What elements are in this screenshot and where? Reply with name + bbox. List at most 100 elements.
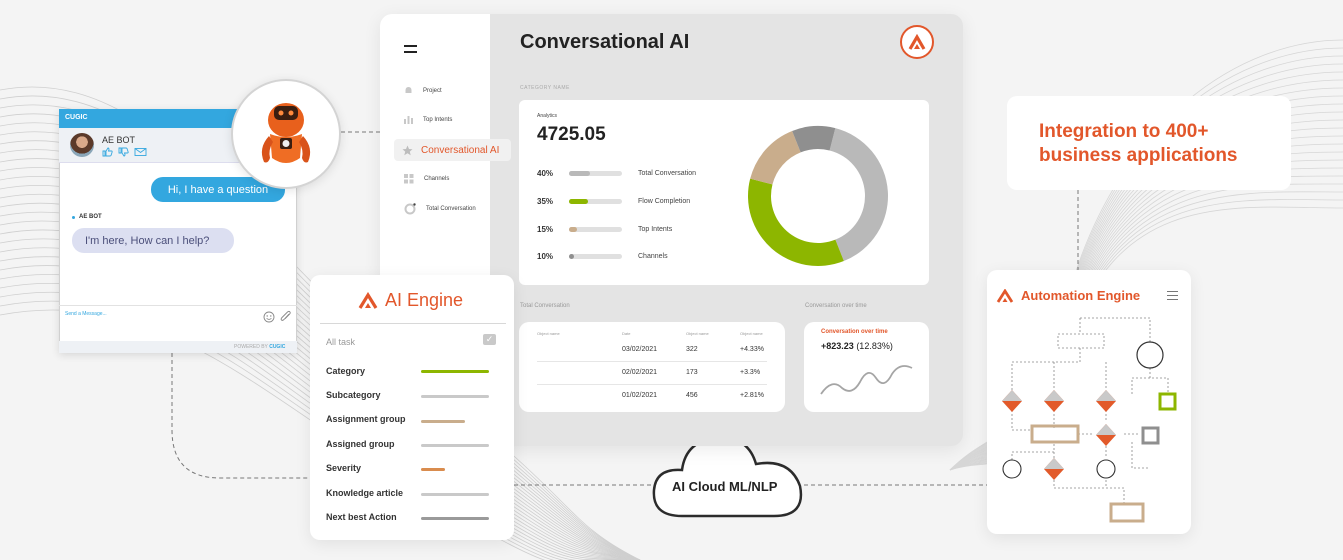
cot-card-title: Conversation over time — [821, 329, 888, 335]
ai-engine-card — [310, 275, 514, 540]
donut-slice-total-conversation — [829, 128, 888, 262]
bot-dot-icon — [72, 215, 75, 219]
stat-row: 40% Total Conversation — [537, 169, 696, 178]
grid-icon — [404, 174, 414, 184]
stat-percent: 40% — [537, 169, 554, 178]
sidebar-item-top-intents[interactable]: Top Intents — [404, 115, 452, 124]
donut-slice-top-intents — [750, 130, 801, 185]
integration-text: Integration to 400+ business application… — [1039, 120, 1238, 168]
stat-bar-fill — [569, 171, 591, 176]
donut-chart — [748, 126, 888, 266]
table-cell-change: +3.3% — [740, 369, 761, 376]
stat-bar-fill — [569, 199, 588, 204]
stat-percent: 10% — [537, 252, 554, 261]
hamburger-menu-icon[interactable] — [404, 45, 417, 53]
donut-slice-flow-completion — [748, 178, 844, 266]
stat-percent: 15% — [537, 225, 554, 234]
chat-input-divider — [59, 305, 297, 306]
ai-engine-title: AI Engine — [385, 290, 464, 310]
ai-task-label: Knowledge article — [326, 488, 404, 498]
checkbox-icon[interactable]: ✓ — [483, 334, 496, 345]
ai-task-label: Assignment group — [326, 414, 406, 424]
ai-task-bar — [421, 420, 465, 423]
powered-prefix: POWERED BY — [234, 344, 268, 350]
table-header: Object name — [686, 331, 709, 336]
star-icon — [402, 145, 413, 155]
table-cell-count: 322 — [686, 346, 698, 353]
workflow-diagram — [1002, 317, 1177, 523]
stat-row: 10% Channels — [537, 252, 668, 261]
chat-brand: CUGIC — [65, 114, 88, 121]
table-divider — [537, 384, 767, 385]
stat-bar — [569, 254, 622, 259]
attachment-icon[interactable] — [280, 310, 292, 323]
page-title: Conversational AI — [520, 31, 690, 53]
mail-icon[interactable] — [134, 147, 147, 157]
table-header: Object name — [740, 331, 763, 336]
ai-engine-divider — [320, 323, 506, 324]
bell-icon — [405, 87, 412, 93]
chat-message-input[interactable]: Send a Message... — [65, 311, 107, 317]
table-cell-count: 456 — [686, 392, 698, 399]
sidebar-item-label: Total Conversation — [426, 206, 476, 212]
stat-row: 15% Top Intents — [537, 225, 672, 234]
sidebar-item-channels[interactable]: Channels — [404, 174, 449, 184]
sidebar-item-label: Top Intents — [423, 116, 453, 123]
cot-value-percent: (12.83%) — [856, 341, 893, 351]
analytics-value: 4725.05 — [537, 124, 606, 145]
stat-label: Channels — [638, 253, 668, 260]
ai-task-bar — [421, 395, 489, 398]
integration-line-1: Integration to 400+ — [1039, 121, 1209, 142]
dashboard-sidebar — [380, 14, 490, 314]
sidebar-item-total-conversation[interactable]: Total Conversation — [404, 203, 476, 215]
table-cell-count: 173 — [686, 369, 698, 376]
powered-by: POWERED BY CUGIC — [234, 344, 285, 350]
stat-bar — [569, 227, 622, 232]
stat-row: 35% Flow Completion — [537, 197, 690, 206]
robot-icon — [261, 103, 311, 163]
sidebar-item-label: Project — [423, 87, 442, 94]
automation-engine-title: Automation Engine — [1021, 288, 1141, 303]
menu-icon[interactable] — [1167, 291, 1178, 300]
table-cell-date: 03/02/2021 — [622, 346, 658, 353]
stat-label: Total Conversation — [638, 170, 696, 177]
brand-logo-icon — [358, 292, 378, 309]
ai-task-label: Subcategory — [326, 390, 381, 400]
sidebar-item-label: Conversational AI — [421, 144, 500, 156]
ai-task-bar — [421, 370, 489, 373]
ai-task-label: Next best Action — [326, 512, 397, 522]
ai-task-label: Category — [326, 366, 366, 376]
brand-logo-icon — [900, 25, 934, 59]
stat-percent: 35% — [537, 197, 554, 206]
ai-task-bar — [421, 444, 489, 447]
table-cell-change: +4.33% — [740, 346, 764, 353]
chat-icon — [404, 203, 416, 215]
cloud-label: AI Cloud ML/NLP — [672, 479, 778, 494]
bar-chart-icon — [404, 116, 413, 124]
ai-task-bar — [421, 517, 489, 520]
thumbs-up-icon[interactable] — [102, 147, 113, 157]
sidebar-item-label: Channels — [424, 176, 450, 182]
stat-label: Flow Completion — [638, 198, 691, 205]
stat-bar — [569, 171, 622, 176]
sidebar-item-project[interactable]: Project — [404, 86, 442, 95]
stat-label: Top Intents — [638, 226, 673, 233]
thumbs-down-icon[interactable] — [118, 147, 129, 157]
ai-task-label: Severity — [326, 463, 362, 473]
all-task-label: All task — [326, 337, 356, 347]
conversation-over-time-label: Conversation over time — [805, 303, 867, 309]
emoji-icon[interactable] — [263, 311, 275, 323]
avatar — [70, 133, 94, 157]
cot-value: +823.23 (12.83%) — [821, 341, 893, 351]
table-header: Date — [622, 331, 631, 336]
ai-task-bar — [421, 468, 445, 471]
table-cell-change: +2.81% — [740, 392, 764, 399]
sidebar-item-conversational-ai[interactable]: Conversational AI — [394, 139, 511, 161]
category-name-label: CATEGORY NAME — [520, 85, 570, 91]
cot-value-number: +823.23 — [821, 341, 854, 351]
analytics-label: Analytics — [537, 113, 558, 119]
chat-bot-name: AE BOT — [102, 135, 136, 145]
stat-bar-fill — [569, 227, 577, 232]
table-cell-date: 02/02/2021 — [622, 369, 658, 376]
integration-line-2: business applications — [1039, 145, 1238, 166]
